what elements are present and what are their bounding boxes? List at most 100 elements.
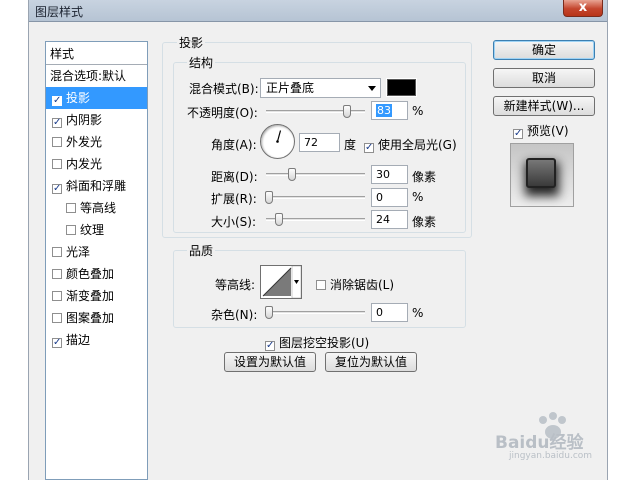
shadow-color-swatch[interactable]: [386, 78, 417, 97]
blend-options-item[interactable]: 混合选项:默认: [46, 65, 147, 87]
size-slider-thumb[interactable]: [275, 213, 283, 226]
spread-slider[interactable]: [265, 191, 365, 204]
watermark-url: jingyan.baidu.com: [509, 451, 593, 461]
checkbox[interactable]: ✓: [52, 118, 62, 128]
checkbox[interactable]: ✓: [52, 184, 62, 194]
angle-dial[interactable]: [260, 124, 295, 159]
style-item-texture[interactable]: 纹理: [46, 219, 147, 241]
distance-slider[interactable]: [266, 168, 365, 181]
style-item-label: 斜面和浮雕: [66, 179, 127, 193]
opacity-unit: %: [412, 104, 424, 118]
anti-alias-checkbox-row[interactable]: 消除锯齿(L): [316, 276, 394, 293]
opacity-slider[interactable]: [266, 105, 365, 118]
title-bar: 图层样式 x: [29, 0, 607, 22]
checkbox[interactable]: [52, 269, 62, 279]
structure-title: 结构: [187, 54, 216, 71]
style-list-header[interactable]: 样式: [46, 42, 147, 65]
blend-mode-value: 正片叠底: [266, 81, 315, 95]
style-item-inner-glow[interactable]: 内发光: [46, 153, 147, 175]
style-item-label: 描边: [66, 333, 91, 347]
noise-unit: %: [412, 306, 424, 320]
checkbox[interactable]: ✓: [52, 96, 62, 106]
spread-field[interactable]: 0: [371, 188, 408, 207]
global-light-checkbox[interactable]: ✓: [364, 143, 374, 153]
angle-label: 角度(A):: [211, 138, 257, 152]
make-default-button[interactable]: 设置为默认值: [224, 352, 316, 372]
linear-contour-icon: [262, 266, 301, 298]
style-list: 样式 混合选项:默认 ✓ 投影 ✓ 内阴影 外发光 内发光 ✓ 斜面和浮雕 等高线 纹…: [45, 41, 148, 480]
layer-knockout-label: 图层挖空投影(U): [279, 336, 370, 350]
preview-square: [526, 158, 556, 188]
ok-button[interactable]: 确定: [493, 40, 595, 60]
blend-mode-select[interactable]: 正片叠底: [260, 78, 381, 98]
anti-alias-label: 消除锯齿(L): [330, 278, 395, 292]
new-style-button[interactable]: 新建样式(W)...: [493, 96, 595, 116]
checkbox[interactable]: [66, 225, 76, 235]
noise-field[interactable]: 0: [371, 303, 408, 322]
checkbox[interactable]: [66, 203, 76, 213]
checkbox[interactable]: ✓: [52, 338, 62, 348]
opacity-slider-thumb[interactable]: [343, 105, 351, 118]
checkbox[interactable]: [52, 159, 62, 169]
global-light-label: 使用全局光(G): [378, 138, 457, 152]
style-preview-thumbnail: [510, 143, 574, 207]
style-item-outer-glow[interactable]: 外发光: [46, 131, 147, 153]
contour-label: 等高线:: [215, 278, 256, 292]
quality-title: 品质: [187, 242, 216, 259]
layer-style-dialog: 图层样式 x 样式 混合选项:默认 ✓ 投影 ✓ 内阴影 外发光 内发光 ✓ 斜面和浮…: [28, 0, 608, 480]
style-item-gradient-overlay[interactable]: 渐变叠加: [46, 285, 147, 307]
anti-alias-checkbox[interactable]: [316, 280, 326, 290]
size-field[interactable]: 24: [371, 210, 408, 229]
size-slider[interactable]: [266, 213, 365, 226]
angle-field[interactable]: 72: [299, 133, 340, 152]
checkbox[interactable]: [52, 291, 62, 301]
size-unit: 像素: [412, 215, 437, 229]
drop-shadow-title: 投影: [177, 34, 206, 51]
style-item-bevel-emboss[interactable]: ✓ 斜面和浮雕: [46, 175, 147, 197]
style-item-satin[interactable]: 光泽: [46, 241, 147, 263]
reset-default-button[interactable]: 复位为默认值: [325, 352, 417, 372]
checkbox[interactable]: [52, 247, 62, 257]
angle-indicator: [276, 130, 282, 143]
watermark-text: Baidu经验: [495, 433, 584, 453]
blend-mode-label: 混合模式(B):: [189, 82, 259, 96]
global-light-checkbox-row[interactable]: ✓ 使用全局光(G): [364, 136, 457, 153]
opacity-field[interactable]: 83: [371, 101, 408, 120]
preview-checkbox[interactable]: ✓: [513, 129, 523, 139]
preview-label: 预览(V): [527, 124, 569, 138]
style-item-inner-shadow[interactable]: ✓ 内阴影: [46, 109, 147, 131]
angle-unit: 度: [344, 138, 357, 152]
style-item-label: 颜色叠加: [66, 267, 115, 281]
spread-unit: %: [412, 190, 424, 204]
contour-picker[interactable]: [260, 265, 302, 299]
close-button[interactable]: x: [563, 0, 603, 17]
distance-field[interactable]: 30: [371, 165, 408, 184]
noise-slider-thumb[interactable]: [265, 306, 273, 319]
distance-unit: 像素: [412, 170, 437, 184]
style-item-label: 等高线: [80, 201, 117, 215]
style-item-contour[interactable]: 等高线: [46, 197, 147, 219]
opacity-value: 83: [376, 104, 392, 117]
style-item-label: 外发光: [66, 135, 103, 149]
cancel-button[interactable]: 取消: [493, 68, 595, 88]
checkbox[interactable]: [52, 313, 62, 323]
style-item-pattern-overlay[interactable]: 图案叠加: [46, 307, 147, 329]
preview-checkbox-row[interactable]: ✓ 预览(V): [513, 122, 569, 139]
style-item-label: 渐变叠加: [66, 289, 115, 303]
distance-label: 距离(D):: [211, 170, 258, 184]
style-item-drop-shadow[interactable]: ✓ 投影: [46, 87, 147, 109]
chevron-down-icon: [368, 86, 376, 91]
style-item-label: 内发光: [66, 157, 103, 171]
style-item-label: 光泽: [66, 245, 91, 259]
style-item-color-overlay[interactable]: 颜色叠加: [46, 263, 147, 285]
spread-slider-thumb[interactable]: [265, 191, 273, 204]
distance-slider-thumb[interactable]: [288, 168, 296, 181]
layer-knockout-checkbox[interactable]: ✓: [265, 341, 275, 351]
baidu-watermark: Baidu经验 jingyan.baidu.com: [495, 412, 605, 464]
checkbox[interactable]: [52, 137, 62, 147]
noise-slider[interactable]: [265, 306, 365, 319]
layer-knockout-checkbox-row[interactable]: ✓ 图层挖空投影(U): [265, 334, 369, 351]
style-item-label: 投影: [66, 91, 91, 105]
style-item-label: 图案叠加: [66, 311, 115, 325]
style-item-stroke[interactable]: ✓ 描边: [46, 329, 147, 351]
